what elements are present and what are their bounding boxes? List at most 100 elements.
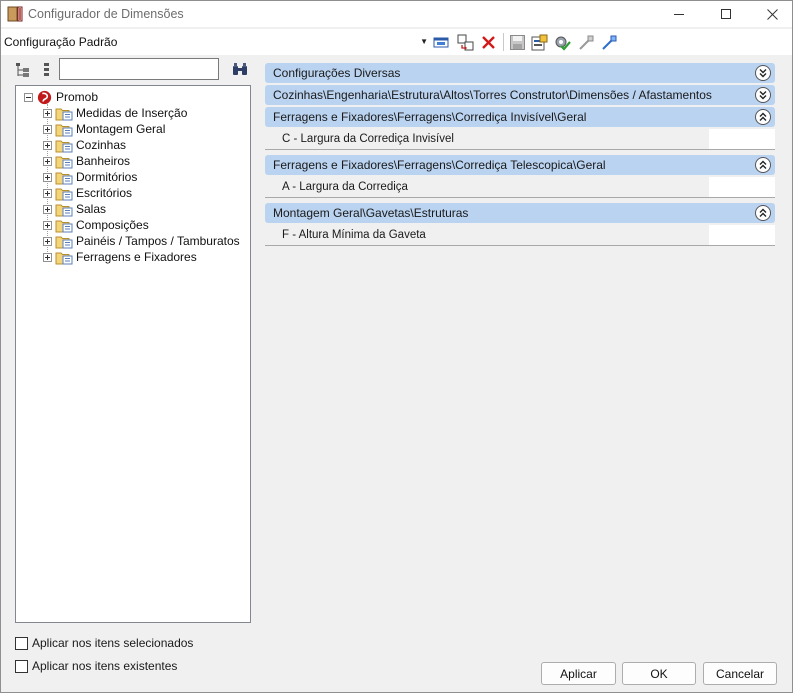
close-button[interactable]	[749, 1, 793, 27]
tree-item-label: Composições	[76, 218, 149, 232]
group-header-cozinhas[interactable]: Cozinhas\Engenharia\Estrutura\Altos\Torr…	[265, 85, 775, 105]
group-title: Cozinhas\Engenharia\Estrutura\Altos\Torr…	[273, 88, 712, 102]
apply-selected-option[interactable]: Aplicar nos itens selecionados	[15, 636, 193, 650]
tree-item[interactable]: Painéis / Tampos / Tamburatos	[43, 233, 240, 249]
property-row[interactable]: F - Altura Mínima da Gaveta	[265, 224, 775, 246]
save-icon[interactable]	[509, 34, 526, 51]
minimize-button[interactable]	[656, 1, 702, 27]
property-value-field[interactable]	[709, 225, 775, 245]
group-title: Ferragens e Fixadores\Ferragens\Corrediç…	[273, 158, 606, 172]
tree-root-label: Promob	[56, 90, 99, 104]
tree-item[interactable]: Montagem Geral	[43, 121, 165, 137]
property-value-field[interactable]	[709, 177, 775, 197]
tree-item[interactable]: Dormitórios	[43, 169, 137, 185]
tree-item-label: Montagem Geral	[76, 122, 166, 136]
delete-icon[interactable]	[480, 34, 497, 51]
config-dropdown[interactable]: Configuração Padrão ▼	[4, 33, 430, 51]
tree-item[interactable]: Escritórios	[43, 185, 132, 201]
apply-existing-label: Aplicar nos itens existentes	[32, 659, 178, 673]
expand-group-button[interactable]	[755, 87, 771, 103]
chevron-down-icon: ▼	[420, 37, 428, 46]
apply-selected-checkbox[interactable]	[15, 636, 28, 650]
maximize-icon	[721, 9, 731, 19]
folder-icon	[55, 220, 73, 232]
config-toolbar: Configuração Padrão ▼	[1, 29, 792, 55]
group-header-configuracoes-diversas[interactable]: Configurações Diversas	[265, 63, 775, 83]
tree-item-label: Banheiros	[76, 154, 131, 168]
property-row[interactable]: A - Largura da Corrediça	[265, 176, 775, 198]
expand-node-icon[interactable]	[43, 140, 52, 150]
ok-button[interactable]: OK	[622, 662, 696, 685]
tree-item-label: Painéis / Tampos / Tamburatos	[76, 234, 240, 248]
property-row[interactable]: C - Largura da Corrediça Invisível	[265, 128, 775, 150]
group-header-corredica-invisivel[interactable]: Ferragens e Fixadores\Ferragens\Corrediç…	[265, 107, 775, 127]
group-title: Configurações Diversas	[273, 66, 401, 80]
group-header-gavetas-estruturas[interactable]: Montagem Geral\Gavetas\Estruturas	[265, 203, 775, 223]
expand-node-icon[interactable]	[43, 188, 52, 198]
tree-item[interactable]: Banheiros	[43, 153, 130, 169]
tree-item[interactable]: Salas	[43, 201, 106, 217]
expand-node-icon[interactable]	[43, 204, 52, 214]
apply-button[interactable]: Aplicar	[541, 662, 616, 685]
pick-tool-blue-icon[interactable]	[601, 34, 618, 51]
settings-check-icon[interactable]	[554, 34, 571, 51]
collapse-group-button[interactable]	[755, 109, 771, 125]
expand-node-icon[interactable]	[43, 252, 52, 262]
folder-icon	[55, 156, 73, 168]
folder-icon	[55, 172, 73, 184]
folder-icon	[55, 108, 73, 120]
tree-item-root[interactable]: Promob	[24, 89, 98, 105]
cancel-button[interactable]: Cancelar	[703, 662, 777, 685]
expand-group-button[interactable]	[755, 65, 771, 81]
expand-node-icon[interactable]	[43, 172, 52, 182]
expand-node-icon[interactable]	[43, 124, 52, 134]
promob-logo-icon	[37, 90, 52, 104]
maximize-button[interactable]	[703, 1, 749, 27]
minimize-icon	[674, 14, 684, 15]
apply-existing-option[interactable]: Aplicar nos itens existentes	[15, 659, 177, 673]
collapse-tree-icon[interactable]	[39, 62, 55, 78]
new-config-icon[interactable]	[433, 34, 450, 51]
collapse-node-icon[interactable]	[24, 92, 33, 102]
binoculars-icon[interactable]	[232, 61, 248, 77]
folder-icon	[55, 236, 73, 248]
expand-node-icon[interactable]	[43, 108, 52, 118]
double-chevron-down-icon	[759, 91, 767, 100]
title-bar: Configurador de Dimensões	[1, 1, 792, 27]
collapse-group-button[interactable]	[755, 205, 771, 221]
expand-tree-icon[interactable]	[15, 62, 31, 78]
tree-item[interactable]: Medidas de Inserção	[43, 105, 187, 121]
tree-item[interactable]: Composições	[43, 217, 149, 233]
ruler-app-icon	[7, 6, 23, 22]
double-chevron-up-icon	[759, 112, 767, 121]
dialog-window: Configurador de Dimensões Configuração P…	[0, 0, 793, 693]
tree-item[interactable]: Ferragens e Fixadores	[43, 249, 197, 265]
tree-item-label: Cozinhas	[76, 138, 127, 152]
double-chevron-up-icon	[759, 208, 767, 217]
export-icon[interactable]	[531, 34, 548, 51]
property-label: F - Altura Mínima da Gaveta	[282, 229, 426, 241]
tree-panel[interactable]: Promob Medidas de Inserção Montagem Gera…	[15, 85, 251, 623]
double-chevron-up-icon	[759, 160, 767, 169]
group-header-corredica-telescopica[interactable]: Ferragens e Fixadores\Ferragens\Corrediç…	[265, 155, 775, 175]
double-chevron-down-icon	[759, 69, 767, 78]
collapse-group-button[interactable]	[755, 157, 771, 173]
apply-selected-label: Aplicar nos itens selecionados	[32, 636, 194, 650]
pick-tool-icon[interactable]	[578, 34, 595, 51]
apply-existing-checkbox[interactable]	[15, 659, 28, 673]
expand-node-icon[interactable]	[43, 236, 52, 246]
tree-search-input[interactable]	[59, 58, 219, 80]
tree-item[interactable]: Cozinhas	[43, 137, 126, 153]
tree-item-label: Salas	[76, 202, 107, 216]
folder-icon	[55, 188, 73, 200]
folder-icon	[55, 204, 73, 216]
close-icon	[766, 8, 778, 20]
copy-config-icon[interactable]	[457, 34, 474, 51]
property-label: C - Largura da Corrediça Invisível	[282, 133, 454, 145]
config-selected-value: Configuração Padrão	[4, 35, 118, 49]
expand-node-icon[interactable]	[43, 220, 52, 230]
tree-item-label: Medidas de Inserção	[76, 106, 188, 120]
folder-icon	[55, 252, 73, 264]
expand-node-icon[interactable]	[43, 156, 52, 166]
property-value-field[interactable]	[709, 129, 775, 149]
